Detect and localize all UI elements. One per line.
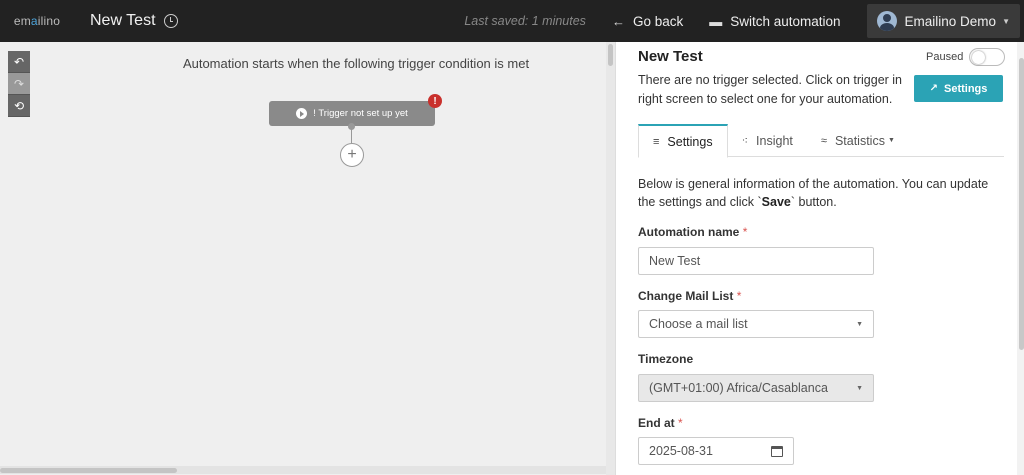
panel-tabs: ≡ Settings ⁖ Insight ≈ Statistics ▼ xyxy=(638,124,1004,158)
end-date-input[interactable]: 2025-08-31 xyxy=(638,437,794,465)
alarm-clock-icon xyxy=(163,14,178,28)
history-icon[interactable]: ⟲ xyxy=(8,95,30,117)
last-saved-status: Last saved: 1 minutes xyxy=(464,14,586,28)
tab-label: Insight xyxy=(756,133,793,148)
logo-accent: a xyxy=(30,14,38,28)
scrollbar-thumb[interactable] xyxy=(608,44,613,66)
statistics-icon: ≈ xyxy=(820,134,827,147)
settings-panel: New Test Paused There are no trigger sel… xyxy=(615,42,1024,475)
tab-statistics[interactable]: ≈ Statistics ▼ xyxy=(807,124,909,157)
scrollbar-thumb[interactable] xyxy=(0,468,177,473)
add-step-button[interactable]: + xyxy=(340,143,364,167)
intro-save-word: Save xyxy=(761,195,791,209)
switch-automation-label: Switch automation xyxy=(730,13,841,29)
chart-line-icon: ↗ xyxy=(929,83,938,94)
alert-icon: ! xyxy=(428,94,442,108)
logo-text-suffix: ilino xyxy=(37,14,61,28)
label-text: End at xyxy=(638,416,675,430)
input-value: 2025-08-31 xyxy=(649,444,713,458)
settings-button-label: Settings xyxy=(943,82,988,95)
play-icon xyxy=(296,108,308,119)
tab-settings[interactable]: ≡ Settings xyxy=(638,124,728,158)
list-icon: ▬ xyxy=(709,13,723,29)
settings-intro: Below is general information of the auto… xyxy=(638,175,1004,211)
mail-list-select[interactable]: Choose a mail list ▼ xyxy=(638,310,874,338)
end-at-label: End at * xyxy=(638,416,683,430)
panel-scrollbar[interactable] xyxy=(1017,42,1024,475)
switch-automation-button[interactable]: ▬ Switch automation xyxy=(709,14,840,29)
user-menu[interactable]: Emailino Demo ▼ xyxy=(866,4,1020,38)
go-back-label: Go back xyxy=(632,13,684,29)
connector-dot xyxy=(348,123,355,130)
chevron-down-icon: ▼ xyxy=(856,320,863,328)
horizontal-scrollbar[interactable] xyxy=(0,466,606,474)
tab-label: Statistics xyxy=(834,133,885,148)
mail-list-label: Change Mail List * xyxy=(638,289,741,303)
automation-title-text: New Test xyxy=(90,12,156,29)
user-name: Emailino Demo xyxy=(904,13,997,29)
paused-toggle[interactable] xyxy=(969,48,1006,66)
arrow-left-icon: ← xyxy=(611,13,625,29)
trigger-description: There are no trigger selected. Click on … xyxy=(638,73,903,106)
settings-button[interactable]: ↗ Settings xyxy=(914,75,1003,102)
automation-title: New Test xyxy=(90,12,178,30)
required-mark: * xyxy=(742,225,748,239)
automation-name-input[interactable]: New Test xyxy=(638,247,874,275)
select-placeholder: Choose a mail list xyxy=(649,317,748,331)
input-value: New Test xyxy=(649,254,701,268)
logo-text: em xyxy=(13,14,31,28)
chevron-down-icon: ▼ xyxy=(1002,16,1010,26)
insight-icon: ⁖ xyxy=(741,135,749,147)
required-mark: * xyxy=(678,416,683,430)
chevron-down-icon: ▼ xyxy=(856,384,863,392)
required-mark: * xyxy=(736,289,742,303)
label-text: Change Mail List xyxy=(638,289,734,303)
top-bar: em a ilino New Test Last saved: 1 minutes … xyxy=(0,0,1024,42)
go-back-button[interactable]: ← Go back xyxy=(612,14,683,29)
scrollbar-thumb[interactable] xyxy=(1019,58,1024,350)
automation-canvas[interactable]: ↶ ↷ ⟲ Automation starts when the followi… xyxy=(0,42,615,475)
paused-toggle-group: Paused xyxy=(926,48,1006,66)
select-value: (GMT+01:00) Africa/Casablanca xyxy=(649,381,828,395)
calendar-icon[interactable] xyxy=(771,445,783,457)
app-logo[interactable]: em a ilino xyxy=(0,0,74,42)
timezone-label: Timezone xyxy=(638,352,694,366)
intro-text-end: ` button. xyxy=(790,195,837,209)
menu-lines-icon: ≡ xyxy=(653,135,660,148)
tab-label: Settings xyxy=(667,134,713,149)
vertical-scrollbar[interactable] xyxy=(606,42,615,475)
caret-down-icon: ▼ xyxy=(887,137,895,144)
panel-title: New Test xyxy=(638,48,703,65)
redo-icon[interactable]: ↷ xyxy=(8,73,30,95)
automation-name-label: Automation name * xyxy=(638,225,747,239)
tab-insight[interactable]: ⁖ Insight xyxy=(728,124,807,157)
paused-label: Paused xyxy=(926,51,964,63)
avatar xyxy=(876,11,897,31)
timezone-select[interactable]: (GMT+01:00) Africa/Casablanca ▼ xyxy=(638,374,874,402)
label-text: Automation name xyxy=(638,225,740,239)
trigger-node-label: ! Trigger not set up yet xyxy=(313,108,408,119)
